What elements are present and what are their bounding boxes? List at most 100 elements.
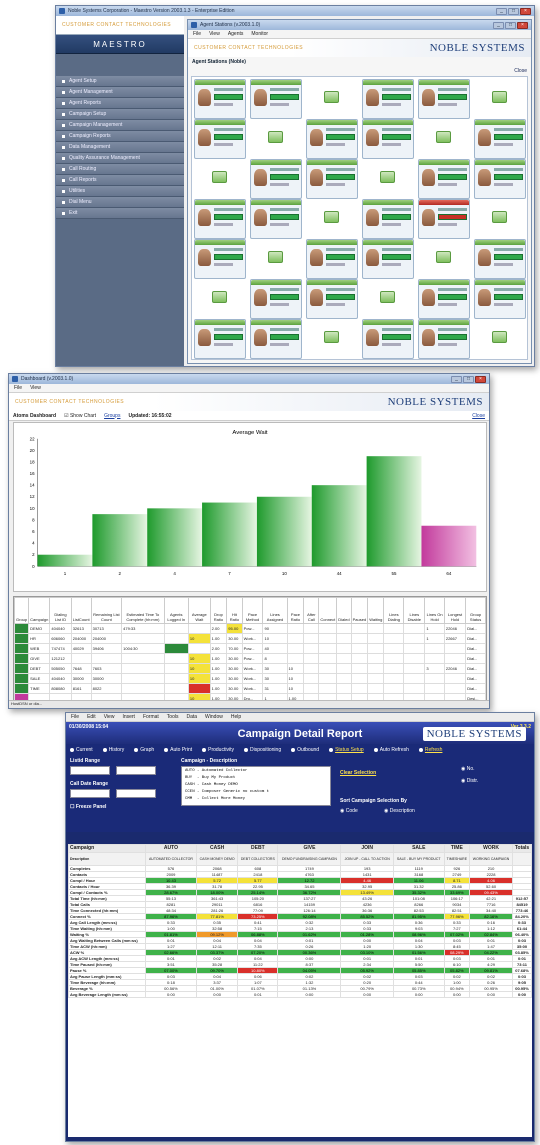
column-header[interactable]: Lines Assigned: [262, 597, 288, 624]
agent-station-card[interactable]: [306, 159, 358, 199]
agent-station-card[interactable]: [362, 319, 414, 359]
clear-selection-link[interactable]: Clear Selection: [340, 770, 376, 776]
agent-station-card[interactable]: [474, 279, 526, 319]
station-button[interactable]: [212, 291, 227, 303]
sidebar-item-agent-reports[interactable]: Agent Reports: [56, 98, 184, 109]
station-button[interactable]: [492, 91, 507, 103]
sidebar-item-utilities[interactable]: Utilities: [56, 186, 184, 197]
station-button[interactable]: [436, 131, 451, 143]
campaign-list-item[interactable]: BUY - Buy My Product: [185, 775, 327, 782]
agent-station-card[interactable]: [250, 279, 302, 319]
station-button[interactable]: [324, 91, 339, 103]
agent-station-card[interactable]: [194, 79, 246, 119]
maximize-icon[interactable]: □: [508, 7, 519, 15]
agent-station-card[interactable]: [194, 119, 246, 159]
menu-window[interactable]: Window: [205, 714, 223, 720]
column-header[interactable]: Lines On Hold: [424, 597, 445, 624]
campaign-list-item[interactable]: CMM - Collect More Money: [185, 796, 327, 803]
agent-station-card[interactable]: [306, 239, 358, 279]
bar-55[interactable]: [366, 456, 422, 567]
column-header[interactable]: Agents Logged In: [163, 597, 189, 624]
grid-row[interactable]: HR 606060 204000 204000 10 1.00 30.00 Work... 10…: [14, 633, 486, 644]
minimize-icon[interactable]: _: [451, 375, 462, 383]
agent-station-card[interactable]: [250, 159, 302, 199]
option-outbound[interactable]: Outbound: [291, 747, 319, 753]
menu-help[interactable]: Help: [231, 714, 241, 720]
sidebar-item-quality-assurance-management[interactable]: Quality Assurance Management: [56, 153, 184, 164]
close-icon[interactable]: ×: [517, 21, 528, 29]
freeze-panel-checkbox[interactable]: ☐ Freeze Panel: [70, 804, 106, 810]
column-header[interactable]: Paused: [350, 597, 369, 624]
agent-station-card[interactable]: [362, 119, 414, 159]
grid-row[interactable]: WEB 747474 40029 39406 1004:30 2.00 70.00 Pow..…: [14, 643, 486, 654]
bar-10[interactable]: [256, 496, 312, 567]
close-link[interactable]: Close: [472, 413, 485, 419]
sidebar-item-campaign-reports[interactable]: Campaign Reports: [56, 131, 184, 142]
agent-station-card[interactable]: [362, 199, 414, 239]
close-icon[interactable]: ×: [520, 7, 531, 15]
agent-station-card[interactable]: [250, 319, 302, 359]
close-link[interactable]: Close: [514, 68, 527, 74]
option-current[interactable]: Current: [70, 747, 93, 753]
listid-from-input[interactable]: [70, 766, 110, 775]
option-distr-radio[interactable]: ◉ Distr.: [461, 778, 478, 784]
option-history[interactable]: History: [102, 747, 124, 753]
minimize-icon[interactable]: _: [493, 21, 504, 29]
column-header[interactable]: Drop Ratio: [209, 597, 228, 624]
station-button[interactable]: [212, 171, 227, 183]
station-button[interactable]: [324, 211, 339, 223]
menu-file[interactable]: File: [14, 385, 22, 391]
column-header[interactable]: Hit Ratio: [226, 597, 243, 624]
agent-station-card[interactable]: [362, 239, 414, 279]
column-header[interactable]: After Call: [303, 597, 320, 624]
sort-code-radio[interactable]: ◉ Code: [340, 808, 358, 814]
menu-view[interactable]: View: [209, 31, 220, 37]
sidebar-item-agent-management[interactable]: Agent Management: [56, 87, 184, 98]
station-button[interactable]: [492, 211, 507, 223]
station-button[interactable]: [492, 331, 507, 343]
agent-station-card[interactable]: [194, 239, 246, 279]
menu-format[interactable]: Format: [143, 714, 159, 720]
campaign-list-item[interactable]: CCEN - Composer Generic no custom t: [185, 789, 327, 796]
agent-station-card[interactable]: [474, 239, 526, 279]
date-to-input[interactable]: [116, 789, 156, 798]
bar-64[interactable]: [421, 525, 477, 567]
sidebar-item-call-reports[interactable]: Call Reports: [56, 175, 184, 186]
bar-2[interactable]: [92, 514, 148, 567]
menu-tools[interactable]: Tools: [167, 714, 179, 720]
maximize-icon[interactable]: □: [463, 375, 474, 383]
option-status-setup[interactable]: Status Setup: [329, 747, 364, 753]
column-header[interactable]: Dialed: [336, 597, 352, 624]
agent-station-card[interactable]: [418, 159, 470, 199]
grid-row[interactable]: GIVE 121212 10 1.00 30.00 Pow... 8 Dial...: [14, 653, 486, 664]
option-productivity[interactable]: Productivity: [202, 747, 234, 753]
station-button[interactable]: [380, 171, 395, 183]
menu-view[interactable]: View: [104, 714, 115, 720]
column-header[interactable]: Pace Ratio: [286, 597, 305, 624]
bar-7[interactable]: [202, 502, 257, 567]
menu-insert[interactable]: Insert: [122, 714, 135, 720]
grid-row[interactable]: SALE 404040 30000 30000 10 1.00 30.00 Work... 30…: [14, 673, 486, 684]
maximize-icon[interactable]: □: [505, 21, 516, 29]
close-icon[interactable]: ×: [475, 375, 486, 383]
column-header[interactable]: Pace Method: [241, 597, 264, 624]
sort-description-radio[interactable]: ◉ Description: [384, 808, 415, 814]
groups-link[interactable]: Groups: [104, 413, 120, 419]
agent-station-card[interactable]: [418, 279, 470, 319]
column-header[interactable]: Campaign: [28, 597, 51, 624]
menu-view[interactable]: View: [30, 385, 41, 391]
sidebar-item-exit[interactable]: Exit: [56, 208, 184, 219]
menu-file[interactable]: File: [193, 31, 201, 37]
agent-station-card[interactable]: [474, 159, 526, 199]
option-auto-print[interactable]: Auto Print: [164, 747, 192, 753]
option-dispositioning[interactable]: Dispositioning: [243, 747, 281, 753]
option-refresh[interactable]: Refresh: [418, 747, 442, 753]
agent-station-card[interactable]: [194, 199, 246, 239]
campaign-list-item[interactable]: CASH - Cash Money DEMO: [185, 782, 327, 789]
date-from-input[interactable]: [70, 789, 110, 798]
column-header[interactable]: Group: [14, 597, 30, 624]
show-chart-checkbox[interactable]: ☑ Show Chart: [64, 413, 96, 419]
agent-station-card[interactable]: [362, 79, 414, 119]
bar-4[interactable]: [147, 508, 203, 567]
campaign-listbox[interactable]: AUTO - Automated Collector BUY - Buy My P…: [181, 766, 331, 806]
